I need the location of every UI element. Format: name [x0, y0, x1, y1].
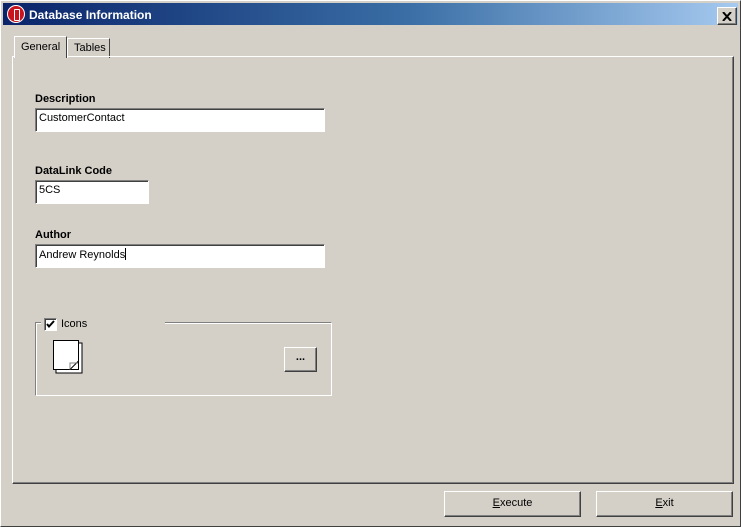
datalink-code-value: 5CS [39, 184, 61, 196]
datalink-code-field[interactable]: 5CS [35, 180, 149, 204]
document-icon [53, 340, 83, 374]
icons-checkbox[interactable] [44, 318, 57, 331]
description-value: CustomerContact [39, 112, 125, 124]
window-title: Database Information [29, 8, 152, 22]
description-label: Description [35, 93, 96, 105]
datalink-code-label: DataLink Code [35, 165, 113, 177]
checkmark-icon [46, 320, 55, 329]
app-icon[interactable] [7, 5, 25, 23]
exit-label: xit [662, 497, 674, 509]
icons-checkbox-label[interactable]: Icons [61, 318, 87, 330]
description-field[interactable]: CustomerContact [35, 108, 325, 132]
execute-button[interactable]: Execute [444, 491, 581, 517]
exit-mnemonic: E [655, 497, 663, 509]
close-button[interactable] [717, 7, 737, 25]
author-field[interactable]: Andrew Reynolds [35, 244, 325, 268]
tab-tables[interactable]: Tables [67, 38, 110, 58]
text-caret [125, 248, 127, 260]
execute-label: xecute [499, 497, 533, 509]
author-label: Author [35, 229, 72, 241]
author-value: Andrew Reynolds [39, 249, 126, 261]
database-information-dialog: Database Information General Tables Desc… [0, 0, 741, 527]
icons-group-legend [41, 317, 165, 331]
close-icon [722, 11, 732, 21]
exit-button[interactable]: Exit [596, 491, 733, 517]
tab-general[interactable]: General [14, 36, 67, 58]
title-bar[interactable]: Database Information [3, 3, 738, 25]
browse-icon-button[interactable]: ... [284, 347, 317, 372]
execute-mnemonic: E [492, 497, 500, 509]
